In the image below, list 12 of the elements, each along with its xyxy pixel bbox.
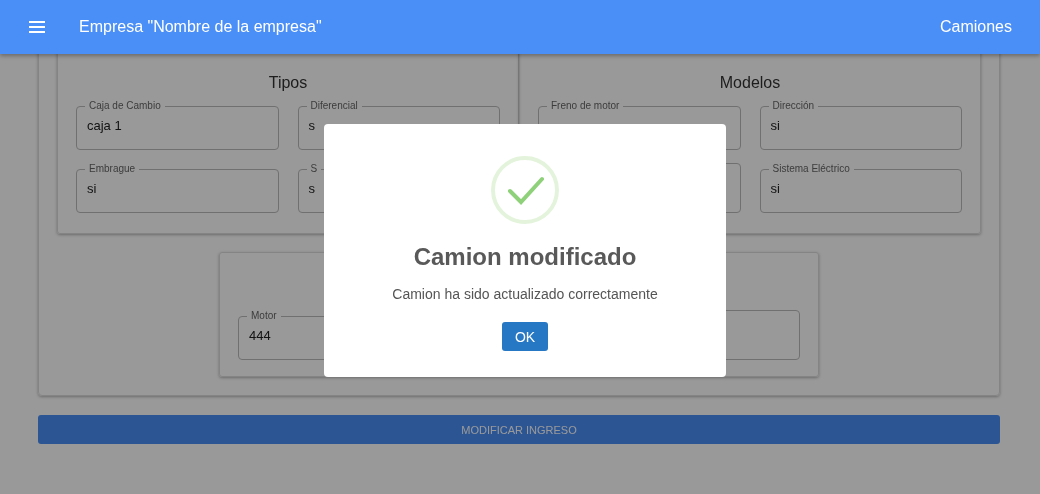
dialog-title: Camion modificado: [413, 243, 637, 271]
menu-icon[interactable]: [29, 21, 45, 33]
section-title: Modelos: [718, 74, 782, 92]
dialog-message: Camion ha sido actualizado correctamente: [392, 286, 658, 302]
input-field[interactable]: Caja de Cambio caja 1: [76, 100, 279, 150]
input-field[interactable]: Sistema Eléctrico si: [759, 163, 962, 213]
section-title: Tipos: [267, 74, 309, 92]
app-title: Empresa "Nombre de la empresa": [79, 18, 323, 36]
input-field[interactable]: Embrague si: [76, 163, 279, 213]
input-field[interactable]: Dirección si: [759, 100, 962, 150]
checkmark-icon: [490, 155, 560, 225]
ok-button[interactable]: OK: [502, 322, 548, 351]
